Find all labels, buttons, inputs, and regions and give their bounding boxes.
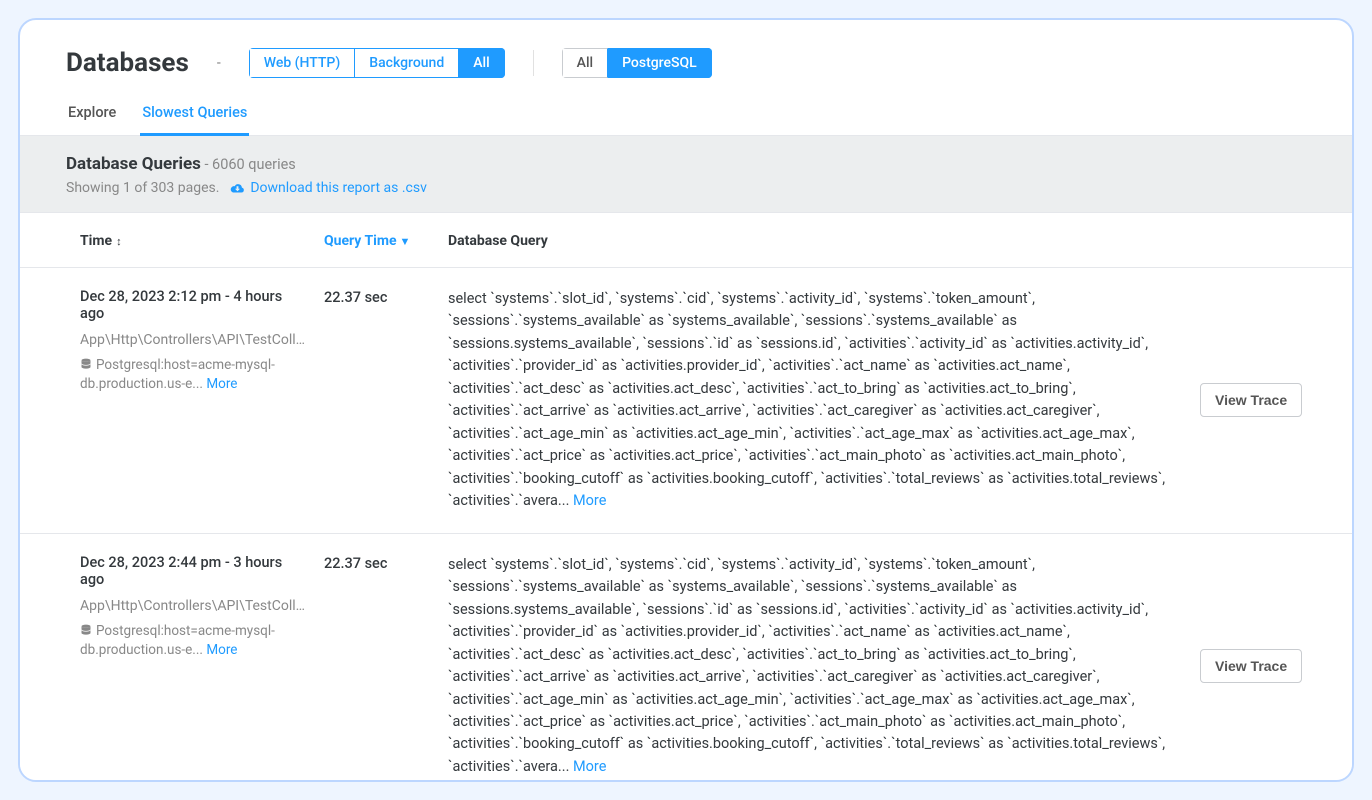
header-row: Databases - Web (HTTP) Background All Al…: [20, 38, 1352, 88]
filter-web-http[interactable]: Web (HTTP): [249, 48, 356, 78]
col-query-time: 22.37 sec: [324, 288, 448, 306]
view-trace-button[interactable]: View Trace: [1200, 383, 1302, 417]
query-rows: Dec 28, 2023 2:12 pm - 4 hours ago App\H…: [20, 268, 1352, 780]
content-header: Database Queries - 6060 queries Showing …: [20, 136, 1352, 213]
db-host-text: Postgresql:host=acme-mysql-db.production…: [80, 623, 275, 658]
query-more-link[interactable]: More: [573, 758, 606, 775]
db-host-line: Postgresql:host=acme-mysql-db.production…: [80, 622, 306, 659]
database-icon: [80, 623, 92, 641]
tab-explore[interactable]: Explore: [66, 94, 118, 135]
page-title: Databases: [66, 48, 189, 78]
db-host-more-link[interactable]: More: [206, 642, 237, 658]
col-action: View Trace: [1200, 383, 1320, 417]
col-time: Dec 28, 2023 2:12 pm - 4 hours ago App\H…: [80, 288, 324, 393]
col-header-time-label: Time: [80, 233, 112, 249]
app-inner: Databases - Web (HTTP) Background All Al…: [20, 20, 1352, 780]
filter-all-db[interactable]: All: [562, 48, 608, 78]
filter-all-requests[interactable]: All: [459, 48, 504, 78]
db-type-filter: All PostgreSQL: [562, 48, 712, 78]
db-host-line: Postgresql:host=acme-mysql-db.production…: [80, 356, 306, 393]
timestamp: Dec 28, 2023 2:44 pm - 3 hours ago: [80, 554, 306, 588]
tab-slowest-queries[interactable]: Slowest Queries: [140, 94, 249, 136]
content-count: - 6060 queries: [201, 156, 296, 173]
controller-path: App\Http\Controllers\API\TestCollectorC…: [80, 332, 306, 348]
database-icon: [80, 357, 92, 375]
col-action: View Trace: [1200, 649, 1320, 683]
query-text: select `systems`.`slot_id`, `systems`.`c…: [448, 290, 1165, 509]
query-more-link[interactable]: More: [573, 492, 606, 509]
cloud-download-icon: [230, 181, 245, 198]
sort-icon: ↕: [116, 235, 122, 248]
col-header-query-time-label: Query Time: [324, 233, 397, 249]
timestamp: Dec 28, 2023 2:12 pm - 4 hours ago: [80, 288, 306, 322]
col-header-query-time[interactable]: Query Time▼: [324, 233, 448, 249]
db-host-more-link[interactable]: More: [206, 376, 237, 392]
col-time: Dec 28, 2023 2:44 pm - 3 hours ago App\H…: [80, 554, 324, 659]
content-subline: Showing 1 of 303 pages. Download this re…: [66, 180, 1306, 198]
tabs: Explore Slowest Queries: [20, 94, 1352, 136]
view-trace-button[interactable]: View Trace: [1200, 649, 1302, 683]
filter-postgresql[interactable]: PostgreSQL: [608, 48, 712, 78]
download-csv-link[interactable]: Download this report as .csv: [230, 180, 427, 196]
col-query: select `systems`.`slot_id`, `systems`.`c…: [448, 288, 1200, 513]
table-header: Time ↕ Query Time▼ Database Query: [20, 213, 1352, 268]
query-row: Dec 28, 2023 2:44 pm - 3 hours ago App\H…: [20, 534, 1352, 780]
header-dash: -: [217, 55, 221, 71]
request-type-filter: Web (HTTP) Background All: [249, 48, 505, 78]
controller-path: App\Http\Controllers\API\TestCollectorC…: [80, 598, 306, 614]
filter-background[interactable]: Background: [355, 48, 459, 78]
col-query: select `systems`.`slot_id`, `systems`.`c…: [448, 554, 1200, 779]
db-host-text: Postgresql:host=acme-mysql-db.production…: [80, 357, 275, 392]
download-csv-label: Download this report as .csv: [250, 180, 427, 196]
app-window: Databases - Web (HTTP) Background All Al…: [18, 18, 1354, 782]
caret-down-icon: ▼: [400, 235, 411, 248]
col-query-time: 22.37 sec: [324, 554, 448, 572]
pagination-summary: Showing 1 of 303 pages.: [66, 180, 219, 196]
vertical-divider: [533, 50, 534, 76]
query-text: select `systems`.`slot_id`, `systems`.`c…: [448, 556, 1165, 775]
col-header-time[interactable]: Time ↕: [80, 233, 324, 249]
query-row: Dec 28, 2023 2:12 pm - 4 hours ago App\H…: [20, 268, 1352, 534]
content-title: Database Queries: [66, 154, 201, 174]
col-header-database-query: Database Query: [448, 233, 1306, 249]
